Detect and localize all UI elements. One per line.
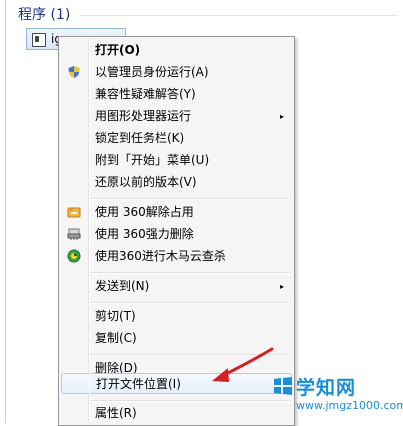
menu-separator bbox=[91, 198, 291, 200]
section-divider bbox=[80, 15, 398, 16]
program-icon bbox=[32, 33, 46, 47]
section-title-programs: 程序 (1) bbox=[18, 7, 71, 23]
watermark-title: 学知网 bbox=[296, 377, 357, 399]
menu-item-open-file-location[interactable]: 打开文件位置(I) bbox=[61, 373, 292, 394]
menu-item-label: 使用 360强力删除 bbox=[95, 227, 194, 241]
menu-item-360-trojan-scan[interactable]: 使用360进行木马云查杀 bbox=[61, 246, 292, 267]
submenu-arrow-icon: ▸ bbox=[279, 282, 284, 291]
menu-item-cut[interactable]: 剪切(T) bbox=[61, 306, 292, 327]
menu-item-360-shred[interactable]: 使用 360强力删除 bbox=[61, 224, 292, 245]
menu-item-restore-previous[interactable]: 还原以前的版本(V) bbox=[61, 172, 292, 193]
menu-item-pin-taskbar[interactable]: 锁定到任务栏(K) bbox=[61, 128, 292, 149]
menu-item-run-with-gpu[interactable]: 用图形处理器运行 ▸ bbox=[61, 106, 292, 127]
menu-item-label: 使用360进行木马云查杀 bbox=[95, 249, 226, 263]
window-left-border bbox=[5, 0, 6, 423]
360-shred-icon bbox=[67, 228, 81, 240]
watermark-url: www.jmgz1000.com bbox=[296, 399, 403, 412]
menu-item-label: 锁定到任务栏(K) bbox=[95, 131, 185, 145]
menu-item-label: 兼容性疑难解答(Y) bbox=[95, 87, 196, 101]
menu-item-360-unlock[interactable]: 使用 360解除占用 bbox=[61, 202, 292, 223]
menu-item-run-as-admin[interactable]: 以管理员身份运行(A) bbox=[61, 62, 292, 83]
menu-item-troubleshoot-compat[interactable]: 兼容性疑难解答(Y) bbox=[61, 84, 292, 105]
menu-item-label: 以管理员身份运行(A) bbox=[95, 65, 209, 79]
menu-item-open[interactable]: 打开(O) bbox=[61, 40, 292, 61]
context-menu: 打开(O) 以管理员身份运行(A) 兼容性疑难解答(Y) 用图形处理器运行 ▸ … bbox=[58, 36, 295, 426]
menu-item-label: 还原以前的版本(V) bbox=[95, 175, 197, 189]
submenu-arrow-icon: ▸ bbox=[279, 112, 284, 121]
360-scan-icon bbox=[67, 249, 81, 263]
menu-item-label: 使用 360解除占用 bbox=[95, 205, 194, 219]
menu-item-label: 属性(R) bbox=[95, 406, 137, 420]
menu-separator bbox=[91, 272, 291, 274]
watermark: 学知网 www.jmgz1000.com bbox=[272, 373, 403, 423]
menu-item-label: 用图形处理器运行 bbox=[95, 109, 192, 123]
uac-shield-icon bbox=[68, 66, 80, 78]
menu-item-send-to[interactable]: 发送到(N) ▸ bbox=[61, 276, 292, 297]
menu-item-properties[interactable]: 属性(R) bbox=[61, 403, 292, 424]
menu-item-label: 附到「开始」菜单(U) bbox=[95, 153, 210, 167]
menu-item-label: 发送到(N) bbox=[95, 279, 150, 293]
menu-separator bbox=[91, 354, 291, 356]
menu-separator bbox=[91, 400, 291, 402]
windows-logo-icon bbox=[274, 377, 292, 395]
menu-item-label: 剪切(T) bbox=[95, 309, 136, 323]
360-unlock-icon bbox=[67, 207, 81, 218]
menu-item-pin-start[interactable]: 附到「开始」菜单(U) bbox=[61, 150, 292, 171]
menu-item-label: 打开(O) bbox=[95, 43, 141, 57]
menu-item-label: 复制(C) bbox=[95, 331, 137, 345]
menu-separator bbox=[91, 302, 291, 304]
menu-item-copy[interactable]: 复制(C) bbox=[61, 328, 292, 349]
menu-item-label: 打开文件位置(I) bbox=[96, 377, 181, 391]
